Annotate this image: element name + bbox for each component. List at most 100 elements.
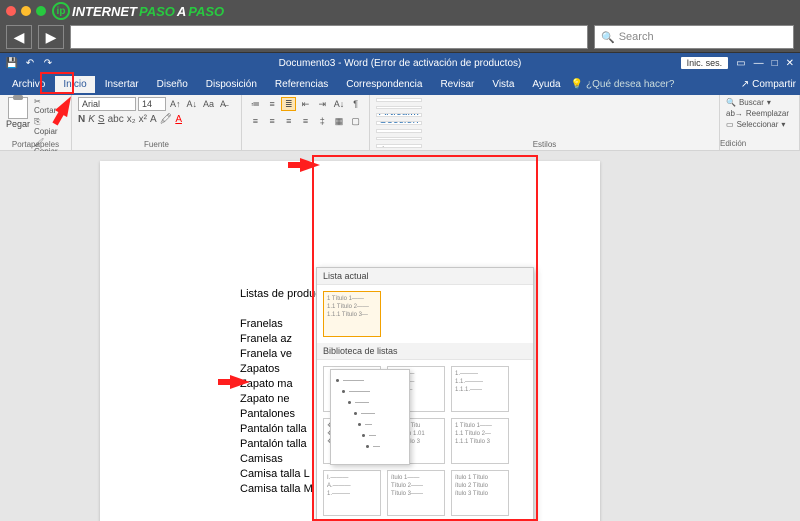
justify-button[interactable]: ≡: [298, 114, 313, 128]
decrease-indent-button[interactable]: ⇤: [298, 97, 313, 111]
grow-font-icon[interactable]: A↑: [168, 98, 183, 110]
forward-button[interactable]: ▶: [38, 25, 64, 49]
list-preview-item[interactable]: I.———A.———1.———: [323, 470, 381, 516]
tab-revisar[interactable]: Revisar: [432, 76, 482, 93]
align-center-button[interactable]: ≡: [265, 114, 280, 128]
highlight-icon[interactable]: 🖍: [160, 114, 173, 125]
font-group: Arial 14 A↑ A↓ Aa A̶ N K S abc x₂ x² A 🖍…: [72, 95, 242, 150]
restore-window-icon[interactable]: □: [772, 58, 778, 69]
search-input[interactable]: 🔍 Search: [594, 25, 794, 49]
style-preview[interactable]: AaBbCcDcDespac...: [376, 98, 422, 102]
logo-text: PASO: [139, 4, 175, 19]
annotation-arrow-multilevel: [300, 158, 320, 172]
paragraph-group: ≔ ≡ ≣ ⇤ ⇥ A↓ ¶ ≡ ≡ ≡ ≡ ‡ ▦ ▢: [242, 95, 370, 150]
ribbon: Pegar ✂ Cortar ⎘ Copiar 🖌 Copiar formato…: [0, 95, 800, 151]
window-controls: [6, 6, 46, 16]
group-label: Portapapeles: [0, 140, 71, 149]
search-placeholder: Search: [619, 31, 654, 43]
document-title: Documento3 - Word (Error de activación d…: [279, 58, 522, 69]
editing-group: 🔍 Buscar ▾ ab→ Reemplazar ▭ Seleccionar …: [720, 95, 800, 150]
group-label: Edición: [720, 138, 799, 149]
ribbon-options-icon[interactable]: ▭: [736, 58, 745, 69]
minimize-icon[interactable]: [21, 6, 31, 16]
tab-diseno[interactable]: Diseño: [149, 76, 196, 93]
select-button[interactable]: ▭ Seleccionar ▾: [726, 119, 793, 130]
sort-button[interactable]: A↓: [332, 97, 347, 111]
bullet-style-flyout[interactable]: ——— ——— —— —— — — —: [330, 369, 410, 465]
undo-icon[interactable]: ↶: [24, 57, 36, 69]
font-size-select[interactable]: 14: [138, 97, 166, 111]
find-button[interactable]: 🔍 Buscar ▾: [726, 97, 793, 108]
share-button[interactable]: ↗ Compartir: [741, 79, 796, 90]
styles-group: AaBbCcDcDespac... AaBbCcDcTítulo 1 Artícul…: [370, 95, 720, 150]
replace-button[interactable]: ab→ Reemplazar: [726, 108, 793, 119]
underline-button[interactable]: S: [98, 114, 105, 125]
italic-button[interactable]: K: [88, 114, 95, 125]
numbering-button[interactable]: ≡: [265, 97, 280, 111]
show-marks-button[interactable]: ¶: [348, 97, 363, 111]
site-logo: ip INTERNETPASOAPASO: [52, 2, 224, 20]
clear-format-icon[interactable]: A̶: [218, 98, 228, 110]
group-label: Estilos: [370, 140, 719, 149]
tab-vista[interactable]: Vista: [484, 76, 522, 93]
bold-button[interactable]: N: [78, 114, 85, 125]
maximize-icon[interactable]: [36, 6, 46, 16]
word-application: 💾 ↶ ↷ Documento3 - Word (Error de activa…: [0, 53, 800, 521]
font-color-icon[interactable]: A: [175, 114, 182, 125]
dropdown-section-header: Biblioteca de listas: [317, 343, 533, 360]
font-name-select[interactable]: Arial: [78, 97, 136, 111]
style-preview[interactable]: AaBTítulo: [376, 129, 422, 133]
bullets-button[interactable]: ≔: [248, 97, 263, 111]
word-titlebar: 💾 ↶ ↷ Documento3 - Word (Error de activa…: [0, 53, 800, 73]
change-case-icon[interactable]: Aa: [201, 98, 216, 110]
strike-button[interactable]: abc: [108, 114, 124, 125]
document-area[interactable]: Listas de productos FranelasFranela azFr…: [0, 151, 800, 521]
list-preview-current[interactable]: 1 Título 1——1.1 Título 2——1.1.1 Título 3…: [323, 291, 381, 337]
redo-icon[interactable]: ↷: [42, 57, 54, 69]
list-preview-item[interactable]: ítulo 1——Título 2——Título 3——: [387, 470, 445, 516]
tell-me-search[interactable]: 💡 ¿Qué desea hacer?: [571, 79, 675, 90]
logo-text: INTERNET: [72, 4, 137, 19]
list-preview-item[interactable]: 1.———1.1.———1.1.1.——: [451, 366, 509, 412]
group-label: Fuente: [72, 140, 241, 149]
logo-text: A: [177, 4, 186, 19]
browser-chrome: ip INTERNETPASOAPASO ◀ ▶ 🔍 Search: [0, 0, 800, 53]
tab-archivo[interactable]: Archivo: [4, 76, 53, 93]
ribbon-tabs: Archivo Inicio Insertar Diseño Disposici…: [0, 73, 800, 95]
tab-referencias[interactable]: Referencias: [267, 76, 336, 93]
logo-badge-icon: ip: [52, 2, 70, 20]
borders-button[interactable]: ▢: [348, 114, 363, 128]
logo-text: PASO: [188, 4, 224, 19]
subscript-button[interactable]: x₂: [127, 114, 136, 125]
url-input[interactable]: [70, 25, 588, 49]
list-preview-item[interactable]: 1 Título 1——1.1 Título 2—1.1.1 Título 3: [451, 418, 509, 464]
tab-correspondencia[interactable]: Correspondencia: [338, 76, 430, 93]
line-spacing-button[interactable]: ‡: [315, 114, 330, 128]
tab-insertar[interactable]: Insertar: [97, 76, 147, 93]
paste-icon: [8, 97, 28, 119]
save-icon[interactable]: 💾: [6, 57, 18, 69]
superscript-button[interactable]: x²: [139, 114, 147, 125]
tab-ayuda[interactable]: Ayuda: [524, 76, 568, 93]
signin-button[interactable]: Inic. ses.: [681, 57, 729, 69]
list-preview-item[interactable]: ítulo 1 Títuloítulo 2 Títuloítulo 3 Títu…: [451, 470, 509, 516]
shrink-font-icon[interactable]: A↓: [185, 98, 200, 110]
tab-inicio[interactable]: Inicio: [55, 76, 94, 93]
annotation-arrow-document: [230, 375, 250, 389]
align-right-button[interactable]: ≡: [281, 114, 296, 128]
minimize-window-icon[interactable]: —: [754, 58, 764, 69]
close-window-icon[interactable]: ✕: [786, 58, 794, 69]
style-preview[interactable]: AaBbCcDcTítulo 1: [376, 106, 422, 110]
align-left-button[interactable]: ≡: [248, 114, 263, 128]
search-icon: 🔍: [601, 31, 615, 44]
dropdown-section-header: Lista actual: [317, 268, 533, 285]
tab-disposicion[interactable]: Disposición: [198, 76, 265, 93]
text-effects-icon[interactable]: A: [150, 114, 157, 125]
close-icon[interactable]: [6, 6, 16, 16]
shading-button[interactable]: ▦: [332, 114, 347, 128]
back-button[interactable]: ◀: [6, 25, 32, 49]
style-preview[interactable]: SecciónTítulo 2: [376, 121, 422, 125]
style-preview[interactable]: Artícul...Título 1: [376, 113, 422, 117]
multilevel-list-button[interactable]: ≣: [281, 97, 296, 111]
increase-indent-button[interactable]: ⇥: [315, 97, 330, 111]
